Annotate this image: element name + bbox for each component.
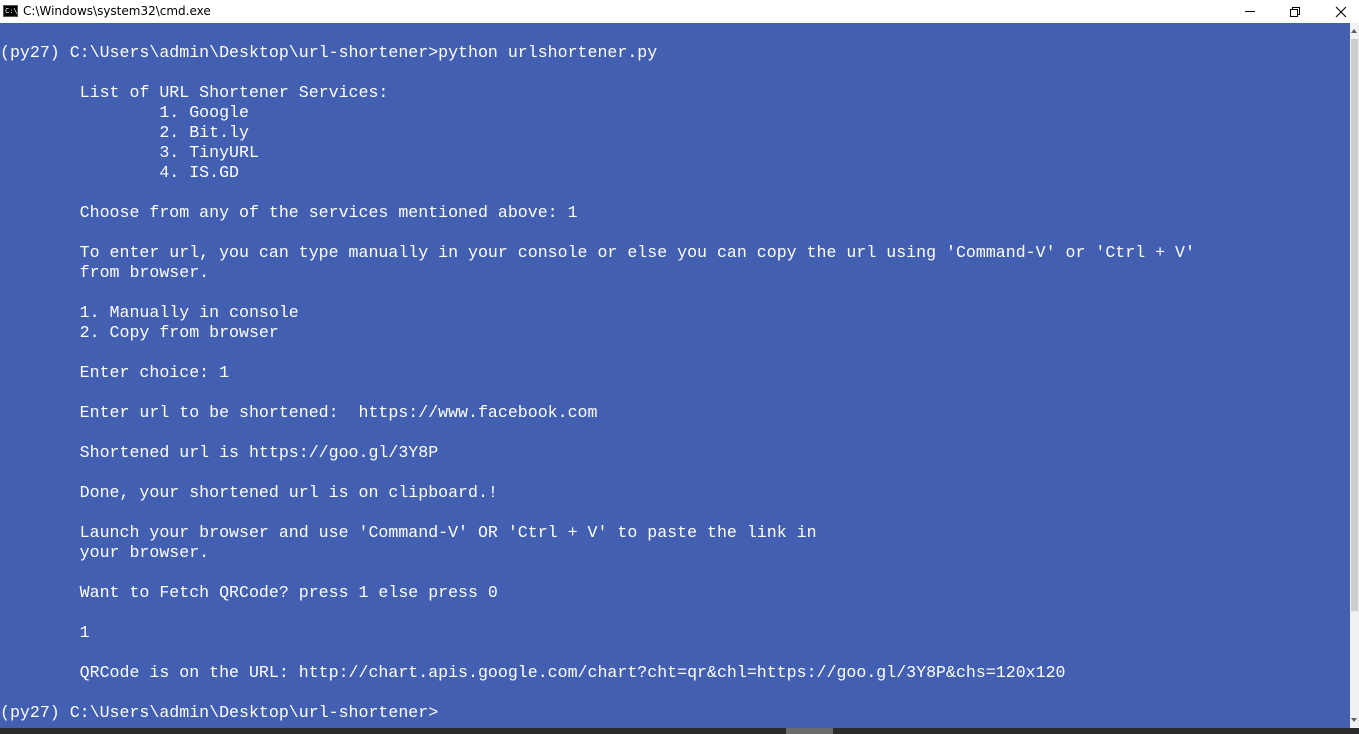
vertical-scrollbar[interactable] (1350, 23, 1359, 728)
console-line-option-2: 2. Copy from browser (0, 323, 279, 342)
console-line-qrcode-prompt: Want to Fetch QRCode? press 1 else press… (0, 583, 498, 602)
restore-button[interactable] (1272, 0, 1318, 23)
console-line-enter-choice: Enter choice: 1 (0, 363, 230, 382)
title-bar[interactable]: C:\ C:\Windows\system32\cmd.exe (0, 0, 1359, 23)
console-line-shortened-url: Shortened url is https://goo.gl/3Y8P (0, 443, 439, 462)
console-line-option-1: 1. Manually in console (0, 303, 299, 322)
cmd-window: C:\ C:\Windows\system32\cmd.exe (py27) C… (0, 0, 1359, 734)
scroll-down-icon[interactable] (1351, 718, 1357, 722)
scroll-up-icon[interactable] (1351, 29, 1357, 33)
vertical-scroll-thumb[interactable] (1351, 39, 1358, 611)
window-title: C:\Windows\system32\cmd.exe (23, 4, 211, 18)
console-output[interactable]: (py27) C:\Users\admin\Desktop\url-shorte… (0, 23, 1350, 728)
console-line-service-choice: Choose from any of the services mentione… (0, 203, 578, 222)
console-line-url-instructions: To enter url, you can type manually in y… (0, 243, 1195, 262)
minimize-icon (1245, 11, 1255, 12)
console-text: (py27) C:\Users\admin\Desktop\url-shorte… (0, 43, 1195, 723)
console-line-clipboard: Done, your shortened url is on clipboard… (0, 483, 498, 502)
console-line-service-4: 4. IS.GD (0, 163, 239, 182)
cmd-icon-glyph: C:\ (5, 7, 18, 15)
console-line-service-3: 3. TinyURL (0, 143, 259, 162)
console-line-prompt[interactable]: (py27) C:\Users\admin\Desktop\url-shorte… (0, 703, 1195, 723)
horizontal-scroll-thumb[interactable] (786, 728, 833, 734)
console-line-qrcode-url: QRCode is on the URL: http://chart.apis.… (0, 663, 1066, 682)
console-line-qrcode-answer: 1 (0, 623, 90, 642)
console-line-launch-browser-cont: your browser. (0, 543, 210, 562)
console-line-launch-browser: Launch your browser and use 'Command-V' … (0, 523, 817, 542)
close-button[interactable] (1318, 0, 1359, 23)
minimize-button[interactable] (1227, 0, 1273, 23)
cmd-console-icon[interactable]: C:\ (3, 5, 18, 17)
horizontal-scrollbar[interactable] (0, 728, 1359, 734)
console-line-service-1: 1. Google (0, 103, 249, 122)
console-line-service-2: 2. Bit.ly (0, 123, 249, 142)
console-line-input-url: Enter url to be shortened: https://www.f… (0, 403, 598, 422)
console-line-services-heading: List of URL Shortener Services: (0, 83, 389, 102)
console-line-url-instructions-cont: from browser. (0, 263, 210, 282)
restore-icon (1290, 7, 1300, 17)
console-line-command: (py27) C:\Users\admin\Desktop\url-shorte… (0, 43, 658, 62)
close-icon (1335, 6, 1347, 18)
